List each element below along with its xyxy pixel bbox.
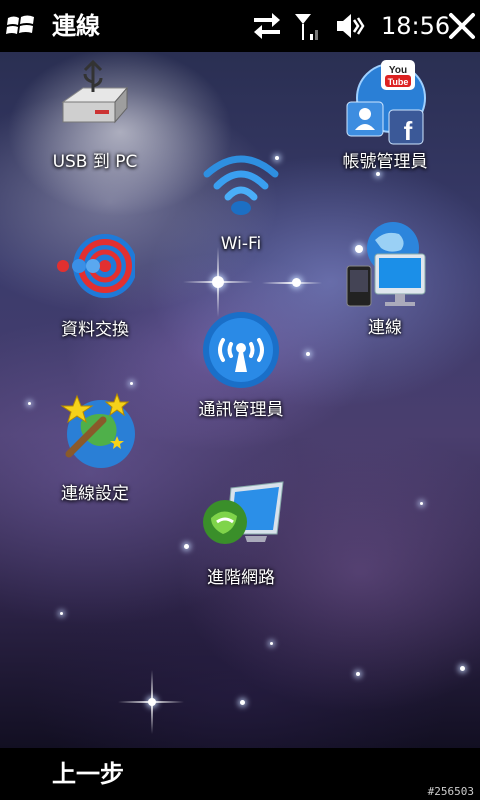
comm-manager-icon — [201, 310, 281, 400]
app-label-wifi: Wi-Fi — [220, 234, 262, 254]
usb-drive-icon — [55, 58, 135, 148]
status-bar: 連線 18:56 — [0, 0, 480, 52]
connection-globe-icon — [345, 220, 426, 310]
app-label-comm-manager: 通訊管理員 — [198, 400, 284, 420]
app-label-usb-to-pc: USB 到 PC — [52, 152, 138, 172]
connection-tile[interactable]: 連線 — [310, 220, 460, 350]
data-exchange-tile[interactable]: 資料交換 — [20, 226, 170, 356]
account-manager-icon: You Tube f — [345, 58, 426, 148]
signal-strength-icon — [292, 10, 322, 42]
comm-manager-tile[interactable]: 通訊管理員 — [166, 310, 316, 440]
account-manager-tile[interactable]: You Tube f 帳號管理員 — [310, 58, 460, 188]
svg-text:Tube: Tube — [388, 77, 409, 87]
svg-text:f: f — [404, 116, 413, 146]
page-title: 連線 — [52, 12, 100, 40]
windows-start-icon[interactable] — [6, 12, 36, 40]
app-label-data-exchange: 資料交換 — [61, 320, 129, 340]
app-label-connection: 連線 — [368, 318, 402, 338]
watermark: #256503 — [427, 785, 474, 798]
speaker-muted-icon[interactable] — [334, 10, 366, 42]
advanced-network-tile[interactable]: 進階網路 — [166, 476, 316, 606]
wifi-icon — [201, 148, 281, 238]
close-icon[interactable] — [448, 12, 476, 44]
svg-text:You: You — [389, 65, 407, 76]
usb-to-pc-tile[interactable]: USB 到 PC — [20, 58, 170, 188]
advanced-network-icon — [201, 476, 284, 566]
app-label-connection-settings: 連線設定 — [61, 484, 129, 504]
connection-settings-tile[interactable]: 連線設定 — [20, 392, 170, 522]
data-sync-arrows-icon — [252, 10, 282, 42]
connection-settings-icon — [55, 392, 135, 482]
app-label-account-manager: 帳號管理員 — [342, 152, 428, 172]
app-label-advanced-network: 進階網路 — [207, 568, 275, 588]
back-softkey[interactable]: 上一步 — [52, 760, 124, 788]
wifi-tile[interactable]: Wi-Fi — [166, 148, 316, 278]
clock: 18:56 — [381, 12, 451, 40]
data-exchange-icon — [55, 226, 137, 316]
